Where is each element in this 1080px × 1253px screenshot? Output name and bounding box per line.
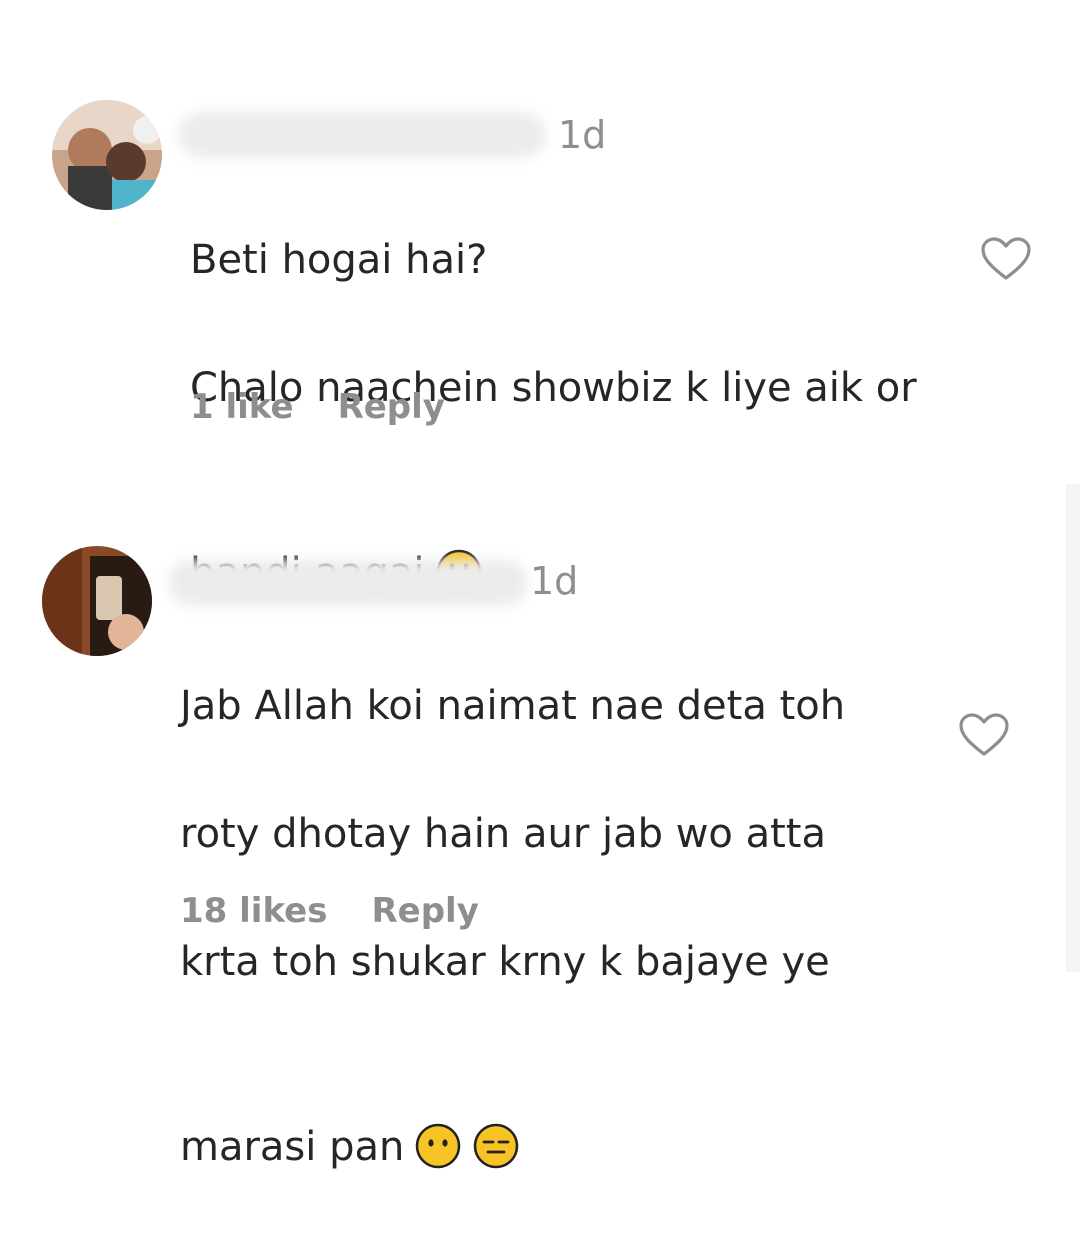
comment-line: krta toh shukar krny k bajaye ye <box>180 939 830 985</box>
comment-meta: 1 like Reply <box>190 390 445 424</box>
heart-outline-icon[interactable] <box>958 712 1010 762</box>
timestamp: 1d <box>558 113 607 157</box>
comment-line-text: marasi pan <box>180 1124 405 1170</box>
like-count[interactable]: 1 like <box>190 390 294 424</box>
username-redacted[interactable] <box>178 112 546 158</box>
comment-meta: 18 likes Reply <box>180 894 479 928</box>
heart-outline-icon[interactable] <box>980 236 1032 286</box>
reply-button[interactable]: Reply <box>371 894 478 928</box>
expressionless-face-icon <box>472 1058 520 1189</box>
like-count[interactable]: 18 likes <box>180 894 327 928</box>
reply-button[interactable]: Reply <box>338 390 445 424</box>
comment-text: Jab Allah koi naimat nae deta toh roty d… <box>180 610 960 1253</box>
avatar[interactable] <box>42 546 152 656</box>
timestamp: 1d <box>530 559 579 603</box>
comment-line: Jab Allah koi naimat nae deta toh <box>180 683 846 729</box>
username-redacted[interactable] <box>168 560 528 606</box>
scrollbar-track[interactable] <box>1066 484 1080 972</box>
comment-line: roty dhotay hain aur jab wo atta <box>180 811 826 857</box>
avatar[interactable] <box>52 100 162 210</box>
comment-line: Beti hogai hai? <box>190 237 488 283</box>
comment-line: marasi pan <box>180 1058 960 1189</box>
face-without-mouth-icon <box>414 1058 462 1189</box>
